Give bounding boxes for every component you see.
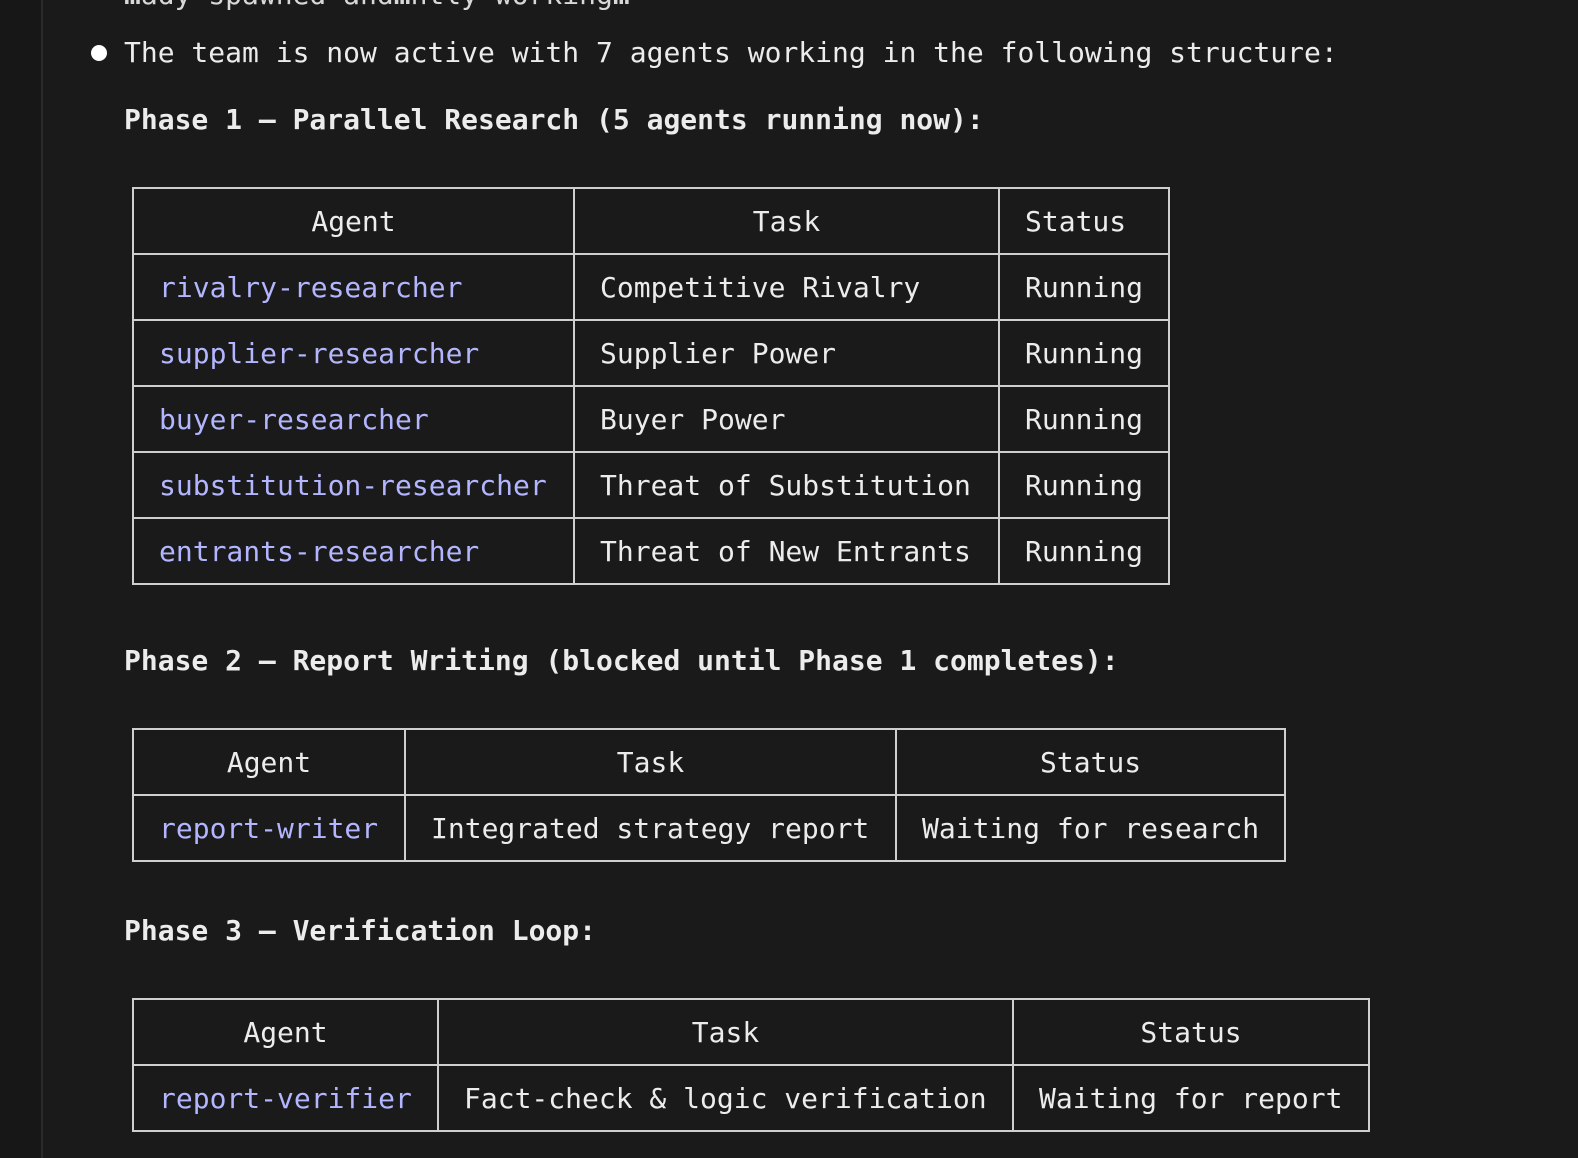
task-cell: Supplier Power xyxy=(573,319,1000,387)
column-header-status: Status xyxy=(997,187,1171,255)
column-header-task: Task xyxy=(573,187,1000,255)
status-cell: Running xyxy=(997,385,1171,453)
bullet-dot-icon xyxy=(91,45,107,61)
phase-1-table: Agent Task Status rivalry-researcher Com… xyxy=(132,187,1171,585)
clipped-previous-line: …ady spawned and…ntly working… xyxy=(124,0,630,11)
table-row: rivalry-researcher Competitive Rivalry R… xyxy=(132,253,1171,321)
column-header-agent: Agent xyxy=(132,187,575,255)
table-row: supplier-researcher Supplier Power Runni… xyxy=(132,319,1171,387)
status-cell: Running xyxy=(997,517,1171,585)
column-header-status: Status xyxy=(894,728,1287,796)
column-header-agent: Agent xyxy=(132,998,439,1066)
table-header-row: Agent Task Status xyxy=(132,187,1171,255)
column-header-agent: Agent xyxy=(132,728,406,796)
table-row: buyer-researcher Buyer Power Running xyxy=(132,385,1171,453)
intro-line: The team is now active with 7 agents wor… xyxy=(124,36,1338,69)
status-cell: Waiting for research xyxy=(894,794,1287,862)
task-cell: Threat of New Entrants xyxy=(573,517,1000,585)
status-cell: Waiting for report xyxy=(1012,1064,1370,1132)
status-cell: Running xyxy=(997,451,1171,519)
phase-2-table: Agent Task Status report-writer Integrat… xyxy=(132,728,1287,862)
agent-name: rivalry-researcher xyxy=(132,253,575,321)
task-cell: Fact-check & logic verification xyxy=(437,1064,1014,1132)
phase-1-heading: Phase 1 – Parallel Research (5 agents ru… xyxy=(124,103,984,136)
status-cell: Running xyxy=(997,319,1171,387)
phase-3-table: Agent Task Status report-verifier Fact-c… xyxy=(132,998,1370,1132)
agent-name: report-verifier xyxy=(132,1064,439,1132)
task-cell: Buyer Power xyxy=(573,385,1000,453)
agent-name: substitution-researcher xyxy=(132,451,575,519)
agent-name: buyer-researcher xyxy=(132,385,575,453)
left-gutter xyxy=(0,0,43,1158)
column-header-task: Task xyxy=(437,998,1014,1066)
task-cell: Integrated strategy report xyxy=(404,794,897,862)
table-row: substitution-researcher Threat of Substi… xyxy=(132,451,1171,519)
table-row: report-verifier Fact-check & logic verif… xyxy=(132,1064,1370,1132)
phase-2-heading: Phase 2 – Report Writing (blocked until … xyxy=(124,644,1119,677)
agent-name: supplier-researcher xyxy=(132,319,575,387)
agent-name: report-writer xyxy=(132,794,406,862)
task-cell: Competitive Rivalry xyxy=(573,253,1000,321)
status-cell: Running xyxy=(997,253,1171,321)
phase-3-heading: Phase 3 – Verification Loop: xyxy=(124,914,597,947)
table-row: entrants-researcher Threat of New Entran… xyxy=(132,517,1171,585)
table-header-row: Agent Task Status xyxy=(132,728,1287,796)
table-header-row: Agent Task Status xyxy=(132,998,1370,1066)
agent-name: entrants-researcher xyxy=(132,517,575,585)
column-header-task: Task xyxy=(404,728,897,796)
column-header-status: Status xyxy=(1012,998,1370,1066)
task-cell: Threat of Substitution xyxy=(573,451,1000,519)
table-row: report-writer Integrated strategy report… xyxy=(132,794,1287,862)
